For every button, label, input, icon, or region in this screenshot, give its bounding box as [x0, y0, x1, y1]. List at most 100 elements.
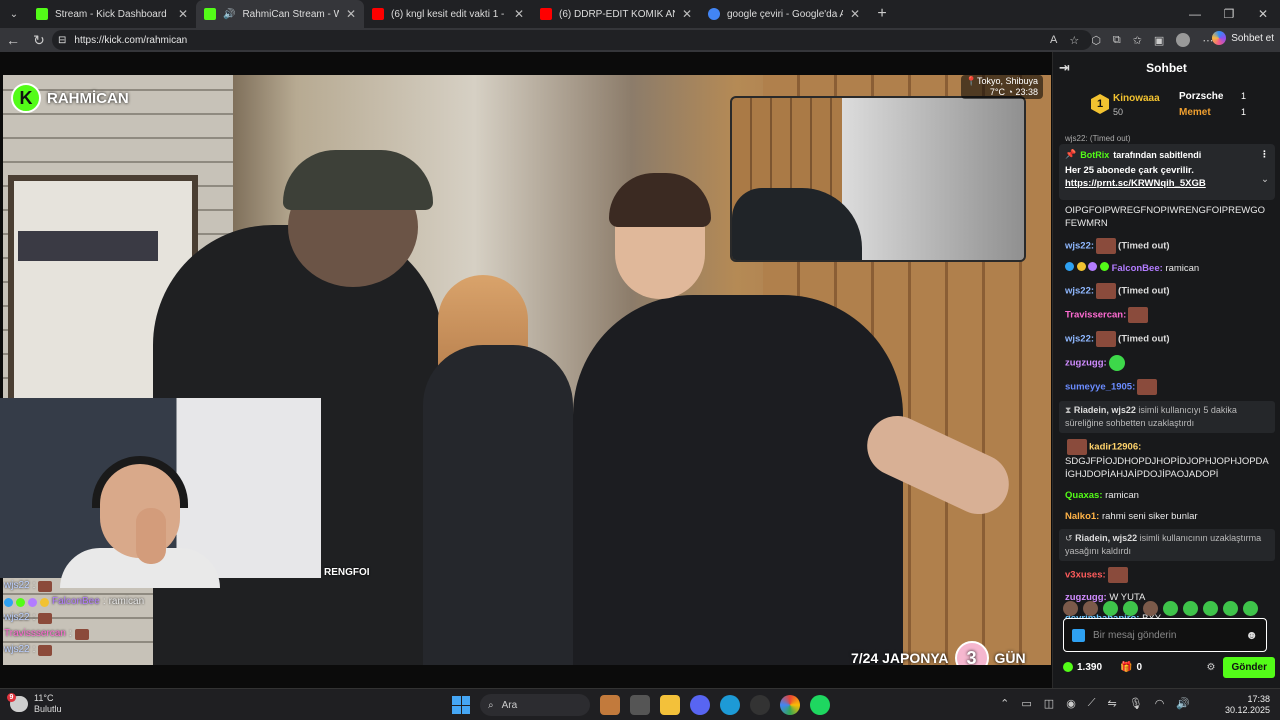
tab-kick-dashboard[interactable]: Stream - Kick Dashboard ✕: [28, 0, 196, 28]
emoji-icon[interactable]: ☻: [1245, 628, 1258, 642]
emote-icon[interactable]: [1143, 600, 1158, 616]
message-user[interactable]: FalconBee:: [1112, 263, 1163, 274]
tray-app-icon[interactable]: ▭: [1021, 697, 1031, 710]
taskbar-search[interactable]: ⌕ Ara: [480, 694, 590, 716]
day-label: 7/24 JAPONYA: [851, 650, 949, 665]
tab-google-search[interactable]: google çeviri - Google'da Ara ✕: [700, 0, 868, 28]
message-user[interactable]: Travissercan:: [1065, 310, 1126, 321]
profile-avatar[interactable]: [1176, 33, 1191, 47]
chat-message: wjs22: (Timed out): [1059, 279, 1275, 303]
spotify-icon[interactable]: [810, 695, 830, 715]
task-view-icon[interactable]: [630, 695, 650, 715]
new-tab-button[interactable]: +: [868, 0, 896, 28]
site-info-icon[interactable]: ⊟: [58, 35, 66, 46]
quick-emotes: [1063, 599, 1275, 617]
close-icon[interactable]: ✕: [178, 7, 188, 21]
message-user[interactable]: wjs22:: [1065, 286, 1094, 297]
url-field[interactable]: ⊟ https://kick.com/rahmican: [52, 30, 1092, 50]
gift-counter[interactable]: 🎁 0: [1120, 662, 1142, 673]
channel-points[interactable]: 1.390: [1063, 662, 1102, 673]
tab-title: (6) kngl kesit edit vakti 1 - YouTube: [391, 8, 507, 20]
collections-icon[interactable]: ✩: [1133, 34, 1142, 47]
pinned-message: 📌 BotRix tarafından sabitlendi ⋮ Her 25 …: [1059, 144, 1275, 200]
emote-icon[interactable]: [1203, 600, 1218, 616]
points-icon: [1063, 662, 1073, 672]
message-user[interactable]: Quaxas:: [1065, 490, 1103, 501]
send-button[interactable]: Gönder: [1223, 656, 1275, 678]
message-user[interactable]: sumeyye_1905:: [1065, 382, 1135, 393]
emote-icon[interactable]: [1243, 600, 1258, 616]
kick-icon: [36, 8, 48, 20]
emote-icon[interactable]: [1083, 600, 1098, 616]
hud-time: 23:38: [1015, 87, 1038, 97]
discord-icon[interactable]: [690, 695, 710, 715]
pinned-by-user[interactable]: BotRix: [1080, 150, 1109, 160]
leader-name[interactable]: Kinowaaa: [1113, 93, 1160, 104]
file-explorer-icon[interactable]: [660, 695, 680, 715]
split-screen-icon[interactable]: ⧉: [1113, 34, 1121, 47]
collapse-chat-icon[interactable]: ⇥: [1059, 60, 1070, 76]
tray-app-icon[interactable]: ◫: [1044, 697, 1054, 710]
message-user[interactable]: v3xuses:: [1065, 570, 1106, 581]
message-user[interactable]: wjs22:: [1065, 241, 1094, 252]
chevron-up-icon[interactable]: ⌃: [1000, 697, 1009, 710]
leader-name[interactable]: Memet: [1179, 107, 1211, 118]
settings-gear-icon[interactable]: ⚙: [1206, 662, 1215, 673]
volume-icon[interactable]: 🔊: [1176, 697, 1190, 710]
message-user[interactable]: Nalko1:: [1065, 511, 1099, 522]
favorite-star-icon[interactable]: ☆: [1069, 34, 1079, 47]
close-icon[interactable]: ✕: [346, 7, 356, 21]
extensions-icon[interactable]: ⬡: [1091, 34, 1101, 47]
system-clock[interactable]: 17:38 30.12.2025: [1225, 694, 1270, 716]
leader-name[interactable]: Porzsche: [1179, 91, 1223, 102]
sidebar-icon[interactable]: ▣: [1154, 34, 1164, 47]
read-aloud-icon[interactable]: A: [1050, 34, 1057, 46]
chat-message: kadir12906: SDGJFPİOJDHOPDJHOPİDJOPHJOPHJ…: [1059, 435, 1275, 485]
emote-icon[interactable]: [1123, 600, 1138, 616]
pinned-link[interactable]: https://prnt.sc/KRWNqih_5XGB: [1065, 177, 1269, 190]
chrome-icon[interactable]: [780, 695, 800, 715]
message-user[interactable]: zugzugg:: [1065, 358, 1107, 369]
message-user[interactable]: kadir12906:: [1089, 442, 1141, 453]
copilot-button[interactable]: Sohbet et: [1212, 31, 1274, 45]
tab-rahmican-stream[interactable]: 🔊 RahmiCan Stream - Watch Live ✕: [196, 0, 364, 28]
emote-icon[interactable]: [1103, 600, 1118, 616]
close-icon[interactable]: ✕: [850, 7, 860, 21]
windows-start-icon[interactable]: [452, 696, 470, 714]
overlay-chat-line: wjs22:: [4, 610, 224, 626]
emote-icon[interactable]: [1163, 600, 1178, 616]
wifi-icon[interactable]: ◠: [1155, 697, 1165, 710]
moderation-users: Riadein, wjs22: [1075, 533, 1138, 543]
tab-youtube-kesit[interactable]: (6) kngl kesit edit vakti 1 - YouTube ✕: [364, 0, 532, 28]
emote-icon[interactable]: [1223, 600, 1238, 616]
overlay-chat-user: FalconBee: [52, 596, 100, 607]
speaker-icon[interactable]: 🔊: [223, 9, 235, 20]
chat-message: OIPGFOIPWREGFNOPIWRENGFOIPREWGOFEWMRN: [1059, 200, 1275, 234]
close-icon[interactable]: ✕: [514, 7, 524, 21]
chevron-down-icon[interactable]: ⌄: [1261, 174, 1269, 185]
edge-icon[interactable]: [720, 695, 740, 715]
back-icon[interactable]: ←: [0, 32, 26, 48]
window-controls: — ❐ ✕: [1178, 0, 1280, 28]
message-user[interactable]: wjs22:: [1065, 334, 1094, 345]
moderation-users: Riadein, wjs22: [1073, 405, 1136, 415]
more-icon[interactable]: ⋮: [1260, 149, 1269, 160]
tray-app-icon[interactable]: ⟋: [1088, 697, 1096, 710]
close-window-icon[interactable]: ✕: [1246, 0, 1280, 28]
restore-icon[interactable]: ❐: [1212, 0, 1246, 28]
weather-widget[interactable]: 9 11°C Bulutlu: [7, 693, 62, 715]
microphone-icon[interactable]: 🎙: [1129, 697, 1143, 710]
chat-input[interactable]: Bir mesaj gönderin ☻: [1063, 618, 1267, 652]
chat-input-placeholder: Bir mesaj gönderin: [1093, 629, 1177, 641]
tab-search-icon[interactable]: ⌄: [0, 0, 28, 28]
minimize-icon[interactable]: —: [1178, 0, 1212, 28]
reload-icon[interactable]: ↻: [26, 32, 52, 49]
close-icon[interactable]: ✕: [682, 7, 692, 21]
emote-icon[interactable]: [1063, 600, 1078, 616]
obs-icon[interactable]: [750, 695, 770, 715]
tray-app-icon[interactable]: ⇋: [1108, 697, 1117, 710]
widget-icon[interactable]: [600, 695, 620, 715]
steam-icon[interactable]: ◉: [1066, 697, 1076, 710]
tab-youtube-ddrp[interactable]: (6) DDRP-EDİT KOMİK ANLAR 1 - ✕: [532, 0, 700, 28]
emote-icon[interactable]: [1183, 600, 1198, 616]
